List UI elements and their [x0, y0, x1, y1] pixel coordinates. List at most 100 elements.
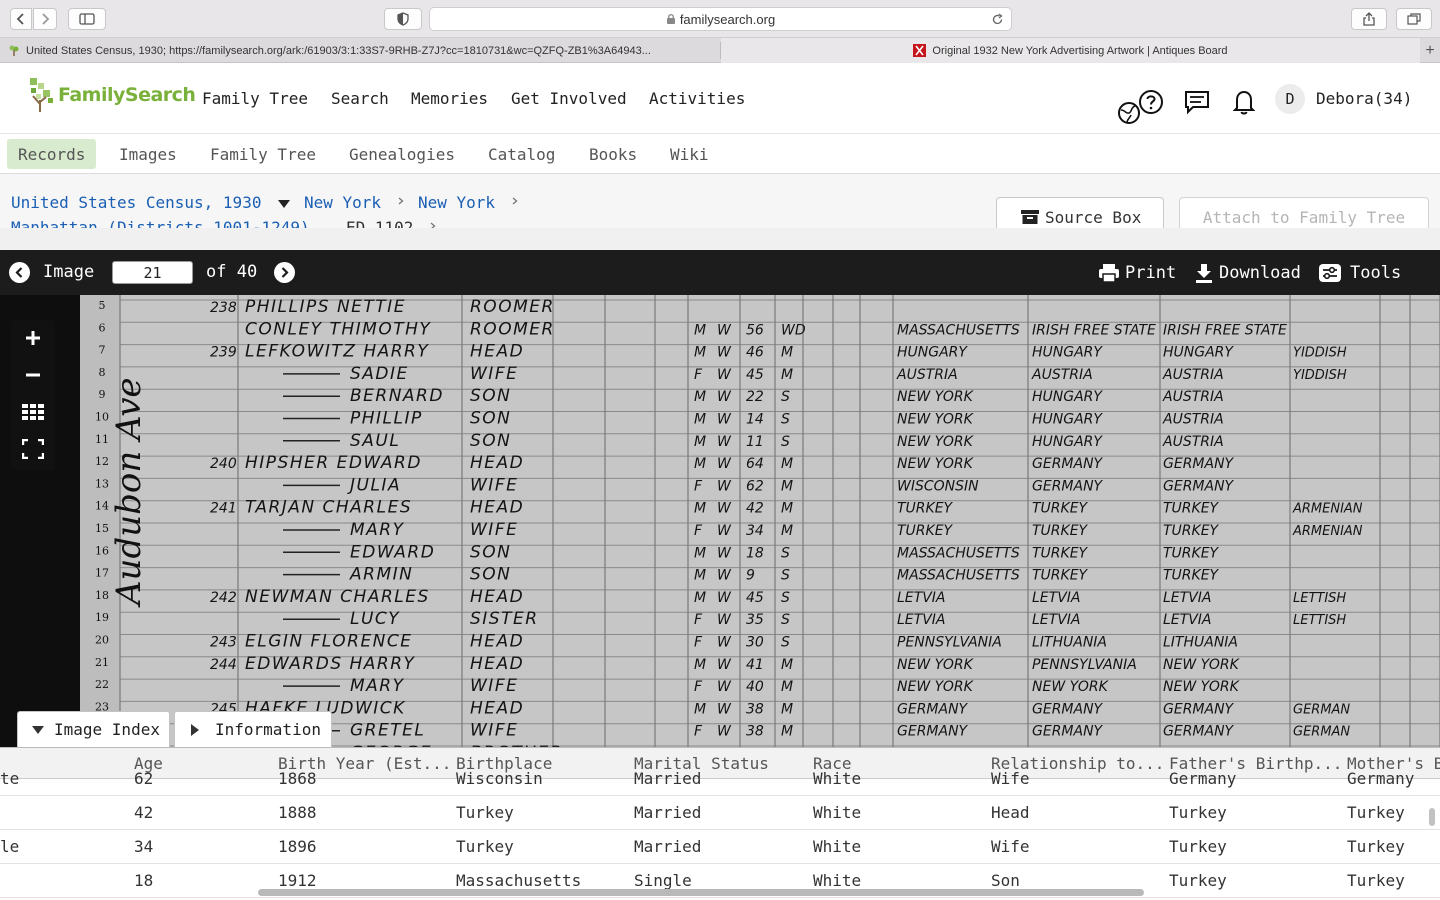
mother-birthplace: TURKEY: [1163, 545, 1220, 561]
person-name: MARY: [350, 520, 405, 540]
marital-status: S: [781, 412, 790, 428]
privacy-shield-button[interactable]: [384, 8, 422, 30]
person-name: LEFKOWITZ HARRY: [245, 342, 429, 362]
age: 56: [746, 322, 764, 338]
race: W: [717, 478, 732, 494]
nav-memories[interactable]: Memories: [411, 89, 488, 108]
relationship: HEAD: [470, 632, 524, 652]
address-bar[interactable]: familysearch.org: [429, 7, 1012, 31]
box-icon: [1021, 210, 1039, 224]
notifications-button[interactable]: [1232, 89, 1256, 115]
print-button[interactable]: Print: [1098, 261, 1176, 285]
birthplace: NEW YORK: [897, 456, 975, 472]
marital-status: S: [781, 635, 790, 651]
sex: M: [694, 590, 706, 606]
line-number: 22: [95, 678, 109, 691]
sidebar-toggle-button[interactable]: [68, 8, 106, 30]
back-button[interactable]: [10, 8, 32, 30]
house-number: 244: [210, 657, 237, 673]
caret-down-icon[interactable]: [278, 200, 290, 208]
tools-button[interactable]: Tools: [1318, 261, 1401, 285]
share-button[interactable]: [1351, 8, 1387, 30]
birthplace: NEW YORK: [897, 657, 975, 673]
vertical-scrollbar[interactable]: [1429, 808, 1435, 826]
house-number: 241: [210, 501, 237, 517]
race: W: [717, 367, 732, 383]
marital-status: M: [781, 456, 793, 472]
subnav-records[interactable]: Records: [7, 139, 97, 169]
subnav-images[interactable]: Images: [119, 139, 177, 169]
information-tab[interactable]: Information: [174, 711, 332, 747]
table-row[interactable]: 42 1888 Turkey Married White Head Turkey Turkey: [0, 796, 1440, 830]
person-name: NEWMAN CHARLES: [245, 587, 430, 607]
breadcrumb-collection[interactable]: United States Census, 1930: [11, 193, 261, 212]
line-number: 20: [95, 634, 109, 647]
sex: M: [694, 456, 706, 472]
download-button[interactable]: Download: [1195, 261, 1301, 285]
nav-get-involved[interactable]: Get Involved: [511, 89, 627, 108]
horizontal-scrollbar[interactable]: [258, 889, 1144, 896]
age: 45: [746, 367, 764, 383]
person-name: LUCY: [350, 609, 400, 629]
tab-title: Original 1932 New York Advertising Artwo…: [932, 44, 1228, 57]
caret-right-icon: [191, 723, 199, 736]
help-button[interactable]: [1117, 89, 1165, 125]
line-number: 9: [99, 388, 106, 401]
table-cell-name: le: [0, 837, 20, 856]
subnav-books[interactable]: Books: [589, 139, 637, 169]
birthplace: WISCONSIN: [897, 478, 979, 494]
age: 38: [746, 701, 764, 717]
nav-family-tree[interactable]: Family Tree: [202, 89, 308, 108]
zoom-in-button[interactable]: [11, 320, 55, 356]
subnav-wiki[interactable]: Wiki: [670, 139, 709, 169]
age: 34: [746, 523, 764, 539]
table-cell-rel: Head: [991, 803, 1030, 822]
census-sheet: 567891011121314151617181920212223Audubon…: [95, 295, 1440, 747]
fullscreen-button[interactable]: [11, 431, 55, 467]
image-index-tab[interactable]: Image Index: [17, 711, 170, 747]
reload-icon[interactable]: [991, 13, 1004, 26]
next-image-button[interactable]: [274, 262, 295, 283]
marital-status: S: [781, 612, 790, 628]
birthplace: NEW YORK: [897, 434, 975, 450]
age: 30: [746, 635, 764, 651]
table-row[interactable]: te 62 1868 Wisconsin Married White Wife Germany…: [0, 762, 1440, 796]
familysearch-logo[interactable]: FamilySearch: [28, 75, 196, 115]
table-row[interactable]: le 34 1896 Turkey Married White Wife Turkey Turk…: [0, 830, 1440, 864]
subnav-genealogies[interactable]: Genealogies: [349, 139, 455, 169]
source-box-button[interactable]: Source Box: [996, 197, 1164, 228]
mother-birthplace: AUSTRIA: [1162, 434, 1224, 450]
sex: F: [694, 523, 703, 539]
gallery-view-button[interactable]: [11, 394, 55, 430]
zoom-controls: [11, 320, 55, 470]
race: W: [717, 701, 732, 717]
age: 18: [746, 545, 764, 561]
share-icon: [1363, 12, 1375, 26]
census-image[interactable]: 5 6 7 8 9 10 11 12 13 14 15 16 17 18 19 20 21 22 23 Audubon…: [0, 295, 1440, 747]
marital-status: M: [781, 367, 793, 383]
tab-overview-button[interactable]: [1396, 8, 1432, 30]
browser-tab-census[interactable]: United States Census, 1930; https://fami…: [0, 38, 720, 63]
breadcrumb-district[interactable]: Manhattan (Districts 1001-1249): [11, 218, 310, 228]
house-number: 242: [210, 590, 237, 606]
forward-button[interactable]: [33, 8, 57, 30]
line-number: 12: [95, 455, 109, 468]
user-menu[interactable]: D Debora(34): [1275, 84, 1420, 116]
nav-activities[interactable]: Activities: [649, 89, 745, 108]
person-name: TARJAN CHARLES: [245, 498, 412, 518]
sex: M: [694, 657, 706, 673]
subnav-catalog[interactable]: Catalog: [488, 139, 555, 169]
subnav-family-tree[interactable]: Family Tree: [210, 139, 316, 169]
browser-tab-antiques[interactable]: Original 1932 New York Advertising Artwo…: [721, 38, 1420, 63]
zoom-out-button[interactable]: [11, 357, 55, 393]
nav-search[interactable]: Search: [331, 89, 389, 108]
mother-birthplace: GERMANY: [1163, 724, 1235, 740]
previous-image-button[interactable]: [9, 262, 30, 283]
age: 11: [746, 434, 764, 450]
breadcrumb-state[interactable]: New York: [304, 193, 381, 212]
breadcrumb-county[interactable]: New York: [418, 193, 495, 212]
new-tab-button[interactable]: +: [1420, 38, 1440, 63]
messages-button[interactable]: [1184, 89, 1210, 115]
image-number-input[interactable]: [112, 261, 193, 284]
attach-to-tree-button[interactable]: Attach to Family Tree: [1179, 197, 1429, 228]
